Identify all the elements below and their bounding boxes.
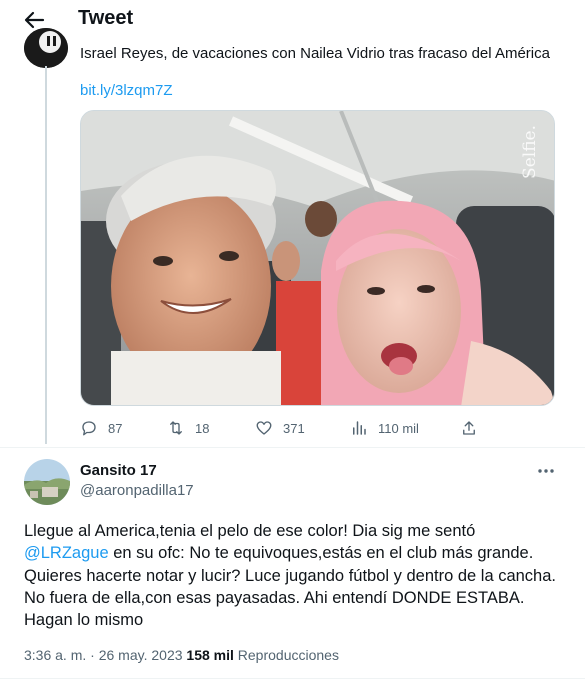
reply-author-handle[interactable]: @aaronpadilla17: [80, 482, 194, 499]
tweet-action-bar: 87 18 371 110 mil: [80, 416, 480, 440]
tweet-media-photo[interactable]: Selfie.: [80, 110, 555, 406]
quoted-author-avatar[interactable]: [24, 28, 68, 68]
share-icon: [463, 421, 475, 435]
page-title: Tweet: [78, 7, 134, 29]
tweet-views-count: 158 mil: [186, 647, 234, 663]
bottom-divider: [0, 678, 585, 679]
tweet-views-label: Reproducciones: [237, 647, 339, 663]
more-horizontal-icon: [538, 469, 554, 473]
retweet-count: 18: [195, 420, 210, 436]
views-count: 110 mil: [378, 420, 419, 436]
mention-link[interactable]: @LRZague: [24, 544, 109, 562]
thread-connector-line: [45, 66, 47, 444]
like-button[interactable]: 371: [255, 416, 305, 440]
tweet-time[interactable]: 3:36 a. m.: [24, 647, 86, 663]
meta-separator: ·: [86, 647, 99, 663]
heart-icon: [256, 421, 272, 435]
tweet-metadata: 3:36 a. m. · 26 may. 2023 158 mil Reprod…: [24, 647, 339, 663]
reply-count: 87: [108, 420, 123, 436]
quoted-tweet-link[interactable]: bit.ly/3lzqm7Z: [80, 82, 173, 99]
more-options-button[interactable]: [536, 461, 556, 481]
top-bar: Tweet: [0, 0, 585, 40]
reply-tweet-text: Llegue al America,tenia el pelo de ese c…: [24, 520, 564, 631]
retweet-icon: [170, 421, 182, 435]
reply-author-name[interactable]: Gansito 17: [80, 462, 157, 479]
views-button[interactable]: 110 mil: [350, 416, 419, 440]
like-count: 371: [283, 420, 305, 436]
retweet-button[interactable]: 18: [167, 416, 209, 440]
reply-author-avatar[interactable]: [24, 459, 70, 505]
divider: [0, 447, 585, 448]
reply-icon: [82, 421, 96, 436]
media-watermark: Selfie.: [520, 125, 540, 179]
tweet-date[interactable]: 26 may. 2023: [99, 647, 183, 663]
quoted-tweet-text: Israel Reyes, de vacaciones con Nailea V…: [80, 45, 550, 62]
reply-text-part-1: Llegue al America,tenia el pelo de ese c…: [24, 522, 476, 540]
reply-button[interactable]: 87: [80, 416, 122, 440]
bar-chart-icon: [353, 421, 366, 435]
share-button[interactable]: [460, 416, 488, 440]
